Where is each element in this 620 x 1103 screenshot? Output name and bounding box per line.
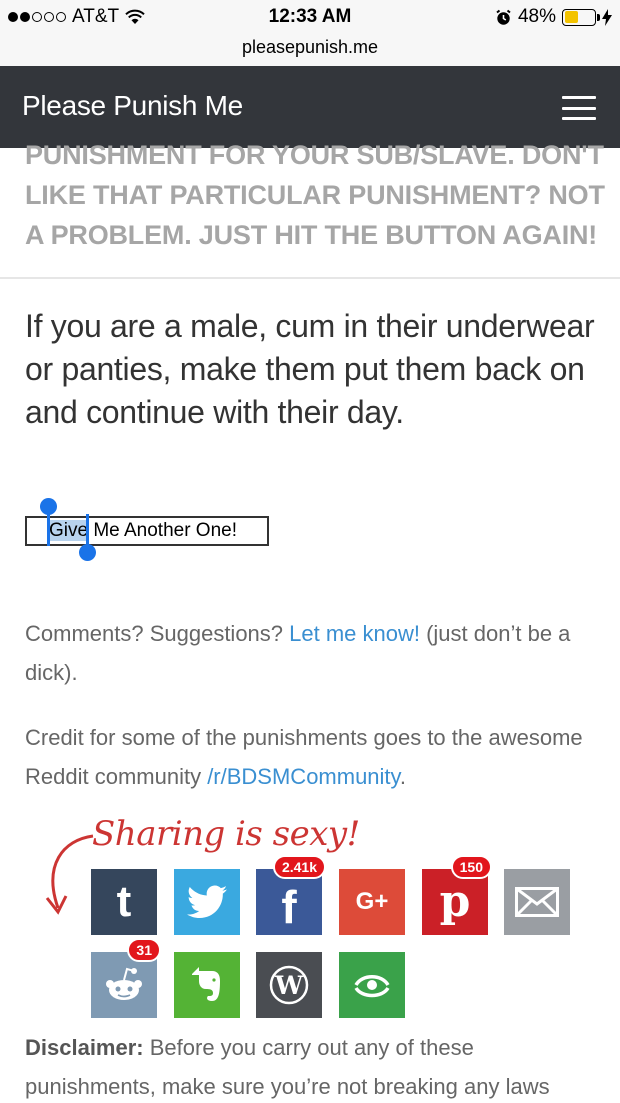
share-reddit-button[interactable]: 31 [91, 938, 161, 1018]
credit-suffix: . [399, 764, 407, 789]
section-divider [0, 277, 620, 279]
share-facebook-button[interactable]: f 2.41k [256, 855, 326, 935]
share-google-plus-button[interactable]: G+ [339, 869, 405, 935]
facebook-icon: f [281, 881, 297, 933]
curved-arrow-icon [45, 834, 94, 915]
tumblr-icon: t [116, 877, 132, 926]
hamburger-menu-icon[interactable] [562, 96, 596, 120]
comments-paragraph: Comments? Suggestions? Let me know! (jus… [25, 614, 595, 692]
sharing-title: Sharing is sexy! [92, 814, 360, 854]
credit-paragraph: Credit for some of the punishments goes … [25, 718, 595, 796]
status-bar: AT&T 12:33 AM 48% [0, 0, 620, 36]
share-email-button[interactable] [504, 869, 570, 935]
reddit-share-count: 31 [127, 938, 161, 962]
selection-start-caret [47, 510, 50, 546]
share-sharethis-button[interactable] [339, 952, 405, 1018]
battery-percent: 48% [517, 6, 556, 27]
disclaimer-paragraph: Disclaimer: Before you carry out any of … [25, 1028, 595, 1103]
share-pinterest-button[interactable]: p 150 [422, 855, 492, 935]
selection-end-handle[interactable] [79, 544, 96, 561]
contact-link[interactable]: Let me know! [289, 621, 420, 646]
pinterest-share-count: 150 [450, 855, 492, 879]
share-wordpress-button[interactable]: W [256, 952, 322, 1018]
sharethis-icon [354, 975, 390, 998]
facebook-share-count: 2.41k [272, 855, 326, 879]
reddit-icon [106, 967, 142, 1000]
site-title[interactable]: Please Punish Me [22, 90, 243, 122]
twitter-icon [187, 885, 227, 918]
svg-text:W: W [274, 971, 304, 1000]
button-label: Me Another One! [88, 520, 237, 541]
share-evernote-button[interactable] [174, 952, 240, 1018]
comments-prefix: Comments? Suggestions? [25, 621, 290, 646]
address-bar[interactable]: pleasepunish.me [0, 36, 620, 66]
share-tumblr-button[interactable]: t [91, 869, 157, 935]
intro-heading: Punishment for your sub/slave. Don't lik… [25, 140, 605, 250]
status-right: 48% [495, 6, 612, 28]
wordpress-icon: W [269, 965, 309, 1005]
disclaimer-label: Disclaimer: [25, 1035, 144, 1060]
alarm-icon [496, 9, 511, 25]
google-plus-icon: G+ [355, 888, 389, 915]
give-me-another-button[interactable]: Give Me Another One! [25, 516, 269, 546]
pinterest-icon: p [439, 876, 471, 927]
evernote-icon [192, 967, 220, 1001]
email-icon [515, 887, 559, 917]
charging-bolt-icon [602, 8, 612, 26]
punishment-text: If you are a male, cum in their underwea… [25, 308, 595, 430]
battery-icon [562, 8, 600, 26]
subreddit-link[interactable]: /r/BDSMCommunity [207, 764, 400, 789]
selected-text: Give [49, 520, 89, 541]
share-twitter-button[interactable] [174, 869, 240, 935]
